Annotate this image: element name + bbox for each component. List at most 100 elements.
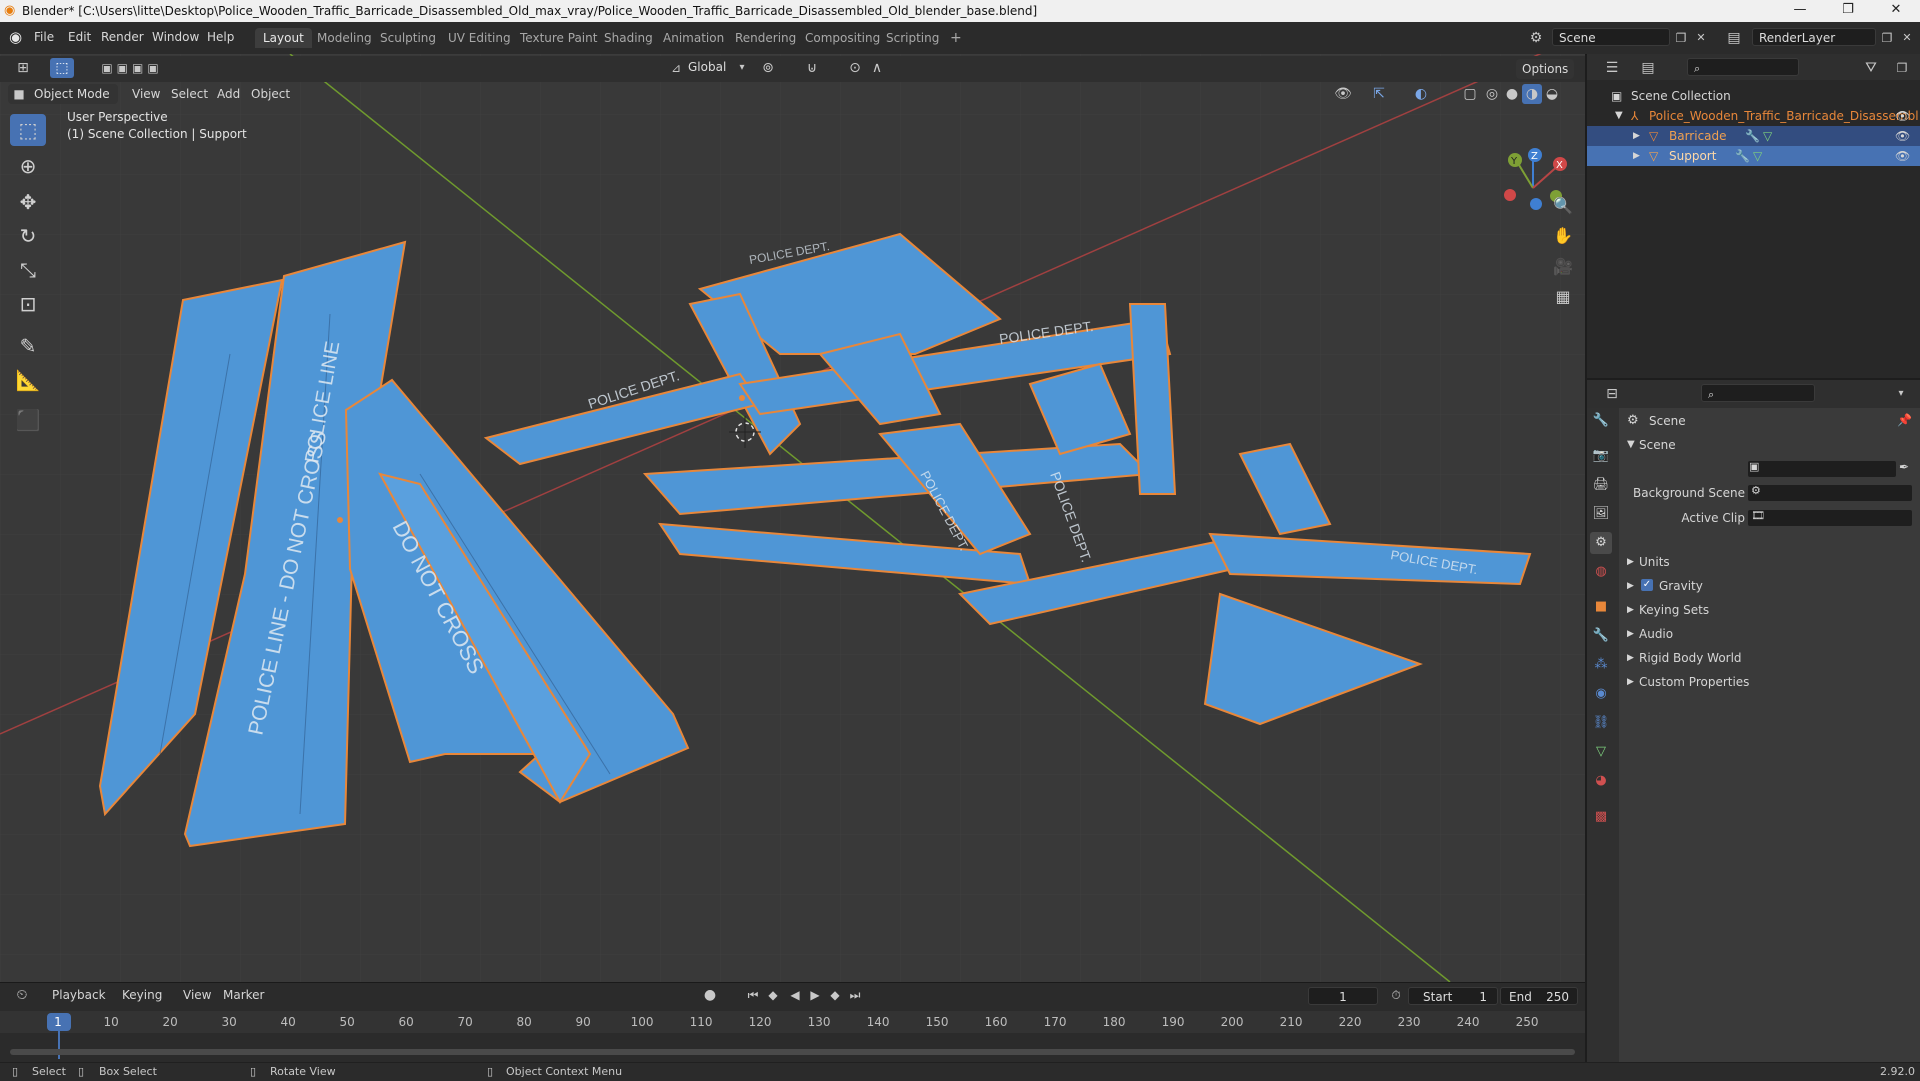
- snapping-icon[interactable]: ⊍: [790, 58, 834, 78]
- eye-icon[interactable]: 👁: [1895, 106, 1910, 126]
- scene-tab-icon[interactable]: ⚙: [1590, 532, 1612, 554]
- rotate-tool-icon[interactable]: ↻: [10, 220, 46, 252]
- delete-scene-icon[interactable]: ✕: [1692, 28, 1710, 48]
- minimize-button[interactable]: —: [1780, 2, 1820, 17]
- keying-menu[interactable]: Keying: [122, 988, 162, 1002]
- tab-texture-paint[interactable]: Texture Paint: [512, 28, 605, 48]
- view-layer-tab-icon[interactable]: 🖼: [1590, 503, 1612, 525]
- add-menu[interactable]: Add: [217, 87, 240, 101]
- record-icon[interactable]: ●: [700, 985, 720, 1005]
- marker-menu[interactable]: Marker: [223, 988, 264, 1002]
- chevron-right-icon[interactable]: ▶: [1627, 677, 1634, 687]
- prev-keyframe-icon[interactable]: ◆: [764, 985, 782, 1005]
- modifiers-tab-icon[interactable]: 🔧: [1590, 625, 1612, 647]
- tab-sculpting[interactable]: Sculpting: [372, 28, 444, 48]
- outliner-row-collection[interactable]: ▼ ⅄ Police_Wooden_Traffic_Barricade_Disa…: [1587, 106, 1920, 126]
- audio-panel[interactable]: Audio: [1639, 627, 1673, 641]
- view-menu[interactable]: View: [132, 87, 160, 101]
- current-frame-field[interactable]: 1: [1308, 987, 1378, 1005]
- tab-animation[interactable]: Animation: [655, 28, 732, 48]
- output-tab-icon[interactable]: 🖨: [1590, 474, 1612, 496]
- outliner-row-scene-collection[interactable]: ▣ Scene Collection: [1587, 86, 1920, 106]
- chevron-right-icon[interactable]: ▶: [1633, 146, 1640, 166]
- render-tab-icon[interactable]: 📷: [1590, 445, 1612, 467]
- tab-scripting[interactable]: Scripting: [878, 28, 947, 48]
- outliner-editor-icon[interactable]: ☰: [1599, 58, 1625, 78]
- chevron-right-icon[interactable]: ▶: [1627, 605, 1634, 615]
- view-menu[interactable]: View: [183, 988, 211, 1002]
- scale-tool-icon[interactable]: ⤡: [10, 254, 46, 286]
- restore-button[interactable]: ❐: [1828, 2, 1868, 17]
- annotate-tool-icon[interactable]: ✎: [10, 330, 46, 362]
- chevron-down-icon[interactable]: ▼: [1615, 106, 1623, 126]
- orientation-dropdown[interactable]: Global: [688, 60, 726, 74]
- select-tool-icon[interactable]: ⬚: [50, 58, 74, 78]
- playback-menu[interactable]: Playback: [52, 988, 106, 1002]
- menu-window[interactable]: Window: [152, 30, 199, 44]
- visibility-icon[interactable]: 👁: [1330, 84, 1356, 104]
- gravity-checkbox[interactable]: ✓: [1641, 579, 1653, 591]
- eye-icon[interactable]: 👁: [1895, 146, 1910, 166]
- menu-edit[interactable]: Edit: [68, 30, 91, 44]
- menu-help[interactable]: Help: [207, 30, 234, 44]
- units-panel[interactable]: Units: [1639, 555, 1670, 569]
- background-scene-field[interactable]: [1747, 484, 1913, 502]
- blender-menu-icon[interactable]: ◉: [9, 28, 22, 46]
- delete-view-layer-icon[interactable]: ✕: [1898, 28, 1916, 48]
- pan-hand-icon[interactable]: ✋: [1551, 226, 1575, 246]
- falloff-icon[interactable]: ∧: [868, 58, 886, 78]
- new-collection-icon[interactable]: ❐: [1891, 58, 1913, 78]
- properties-search-input[interactable]: ⌕: [1701, 384, 1815, 402]
- editor-type-icon[interactable]: ⊞: [8, 58, 38, 78]
- chevron-right-icon[interactable]: ▶: [1627, 557, 1634, 567]
- overlay-toggle-icon[interactable]: ◐: [1408, 84, 1434, 104]
- select-menu[interactable]: Select: [171, 87, 208, 101]
- 3d-viewport[interactable]: POLICE LINE - DO NOT CROSS POLICE LINE D…: [0, 54, 1585, 982]
- solid-shading-icon[interactable]: ●: [1502, 84, 1522, 104]
- cursor-tool-icon[interactable]: ⊕: [10, 150, 46, 182]
- chevron-right-icon[interactable]: ▶: [1633, 126, 1640, 146]
- close-window-button[interactable]: ✕: [1876, 2, 1916, 17]
- custom-properties-panel[interactable]: Custom Properties: [1639, 675, 1749, 689]
- eyedropper-icon[interactable]: ✒: [1899, 460, 1909, 474]
- chevron-right-icon[interactable]: ▶: [1627, 629, 1634, 639]
- proportional-edit-icon[interactable]: ⊙: [846, 58, 864, 78]
- wireframe-shading-icon[interactable]: ◎: [1482, 84, 1502, 104]
- outliner-row-barricade[interactable]: ▶ ▽ Barricade 🔧 ▽ 👁: [1587, 126, 1920, 146]
- selection-mode-icons[interactable]: ▣▣▣▣: [88, 58, 176, 78]
- next-keyframe-icon[interactable]: ◆: [826, 985, 844, 1005]
- outliner-search-input[interactable]: ⌕: [1687, 58, 1799, 76]
- rendered-shading-icon[interactable]: ◒: [1542, 84, 1562, 104]
- camera-field[interactable]: [1747, 460, 1897, 478]
- chevron-down-icon[interactable]: ▾: [1893, 384, 1909, 404]
- view-layer-field[interactable]: RenderLayer: [1752, 28, 1876, 46]
- menu-file[interactable]: File: [34, 30, 54, 44]
- measure-tool-icon[interactable]: 📐: [10, 364, 46, 396]
- zoom-icon[interactable]: 🔍: [1551, 196, 1575, 216]
- tool-tab-icon[interactable]: 🔧: [1590, 410, 1612, 432]
- add-cube-tool-icon[interactable]: ⬛: [10, 404, 46, 436]
- xray-icon[interactable]: ▢: [1460, 84, 1480, 104]
- object-tab-icon[interactable]: ■: [1590, 596, 1612, 618]
- end-frame-field[interactable]: End 250: [1500, 987, 1578, 1005]
- tab-compositing[interactable]: Compositing: [797, 28, 888, 48]
- transform-orientation-icon[interactable]: ⊿: [668, 58, 684, 78]
- particles-tab-icon[interactable]: ⁂: [1590, 654, 1612, 676]
- timeline-editor-icon[interactable]: ⏲: [10, 985, 34, 1005]
- tab-modeling[interactable]: Modeling: [309, 28, 380, 48]
- tab-rendering[interactable]: Rendering: [727, 28, 804, 48]
- scene-selector-icon[interactable]: ⚙: [1526, 28, 1546, 48]
- play-reverse-icon[interactable]: ◀: [786, 985, 804, 1005]
- start-frame-field[interactable]: Start 1: [1408, 987, 1498, 1005]
- keying-sets-panel[interactable]: Keying Sets: [1639, 603, 1709, 617]
- rigid-body-world-panel[interactable]: Rigid Body World: [1639, 651, 1742, 665]
- world-tab-icon[interactable]: ◍: [1590, 561, 1612, 583]
- chevron-right-icon[interactable]: ▶: [1627, 653, 1634, 663]
- gizmo-toggle-icon[interactable]: ⇱: [1366, 84, 1392, 104]
- chevron-down-icon[interactable]: ▼: [1627, 439, 1635, 450]
- add-workspace-button[interactable]: +: [942, 28, 970, 48]
- gravity-panel[interactable]: Gravity: [1659, 579, 1703, 593]
- transform-tool-icon[interactable]: ⊡: [10, 288, 46, 320]
- scene-name-field[interactable]: Scene: [1552, 28, 1670, 46]
- tab-uv-editing[interactable]: UV Editing: [440, 28, 519, 48]
